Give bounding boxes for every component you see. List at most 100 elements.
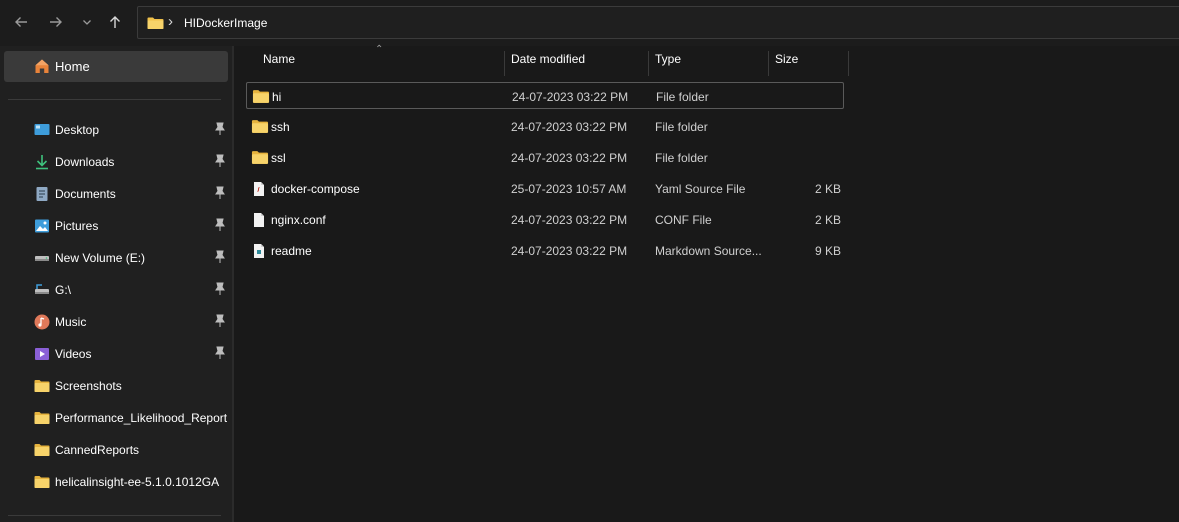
pictures-icon [35,219,49,233]
sidebar-item-label: Videos [55,347,92,361]
sort-ascending-icon: ⌃ [375,44,384,55]
sidebar-item-label: Screenshots [55,379,122,393]
folder-icon [34,380,50,392]
column-header-date-modified[interactable]: Date modified [511,52,585,76]
chevron-down-icon[interactable] [76,11,98,33]
music-icon [34,314,50,330]
file-date: 25-07-2023 10:57 AM [511,182,627,196]
file-date: 24-07-2023 03:22 PM [511,120,628,134]
breadcrumb[interactable]: HIDockerImage [184,16,267,30]
network-drive-icon [35,284,49,294]
file-date: 24-07-2023 03:22 PM [512,90,629,104]
sidebar-item-label: Desktop [55,123,100,137]
file-date: 24-07-2023 03:22 PM [511,213,628,227]
column-separator[interactable] [648,51,649,76]
folder-icon [34,444,50,456]
pin-icon[interactable] [214,282,226,296]
file-size: 9 KB [814,244,841,258]
chevron-right-icon: › [168,13,173,30]
file-size: 2 KB [814,213,841,227]
yaml-file-icon [254,182,264,196]
folder-icon [34,476,50,488]
markdown-file-icon [254,244,264,258]
pin-icon[interactable] [214,250,226,264]
file-type: File folder [655,120,708,134]
file-date: 24-07-2023 03:22 PM [511,151,628,165]
sidebar-item-screenshots[interactable]: Screenshots [0,371,232,401]
file-name: nginx.conf [271,213,326,227]
sidebar-item-label: Downloads [55,155,115,169]
home-icon [34,58,50,77]
file-name: ssh [271,120,290,134]
navigation-bar: › HIDockerImage [0,0,1179,46]
file-type: CONF File [655,213,712,227]
sidebar-item-downloads[interactable]: Downloads [0,147,232,177]
file-type: Yaml Source File [655,182,746,196]
sidebar-item-home[interactable]: Home [4,51,228,82]
pin-icon[interactable] [214,122,226,136]
file-row[interactable]: hi 24-07-2023 03:22 PM File folder [246,82,844,109]
file-row[interactable]: ssl 24-07-2023 03:22 PM File folder [246,144,844,171]
folder-icon [251,151,269,164]
file-type: Markdown Source... [655,244,762,258]
pin-icon[interactable] [214,186,226,200]
column-separator[interactable] [504,51,505,76]
pin-icon[interactable] [214,218,226,232]
column-header-name[interactable]: Name [263,52,295,76]
sidebar-item-label: CannedReports [55,443,140,457]
sidebar-item-label: New Volume (E:) [55,251,146,265]
navigation-pane: Home Desktop Downloads Documents Picture… [0,46,232,522]
folder-icon [34,412,50,424]
divider [8,515,221,516]
pin-icon[interactable] [214,314,226,328]
forward-arrow-icon[interactable] [45,11,67,33]
sidebar-item-performance-likelihood-report[interactable]: Performance_Likelihood_Report [0,403,232,433]
file-row[interactable]: readme 24-07-2023 03:22 PM Markdown Sour… [246,237,844,264]
sidebar-item-label: Pictures [55,219,99,233]
videos-icon [35,348,49,360]
file-type: File folder [656,90,709,104]
back-arrow-icon[interactable] [10,11,32,33]
sidebar-item-helicalinsight[interactable]: helicalinsight-ee-5.1.0.1012GA [0,467,232,497]
sidebar-item-label: Documents [55,187,116,201]
pin-icon[interactable] [214,346,226,360]
file-type: File folder [655,151,708,165]
file-row[interactable]: ssh 24-07-2023 03:22 PM File folder [246,113,844,140]
drive-icon [35,256,49,261]
file-name: hi [272,90,282,104]
file-row[interactable]: nginx.conf 24-07-2023 03:22 PM CONF File… [246,206,844,233]
folder-icon [147,16,164,33]
column-header-type[interactable]: Type [655,52,681,76]
folder-icon [251,120,269,133]
sidebar-item-label: G:\ [55,283,72,297]
up-arrow-icon[interactable] [104,11,126,33]
address-bar[interactable]: › HIDockerImage [137,6,1179,39]
column-separator[interactable] [768,51,769,76]
sidebar-item-videos[interactable]: Videos [0,339,232,369]
sidebar-item-g-drive[interactable]: G:\ [0,275,232,305]
documents-icon [36,187,48,201]
folder-icon [252,90,270,103]
sidebar-item-canned-reports[interactable]: CannedReports [0,435,232,465]
desktop-icon [34,124,50,135]
sidebar-item-pictures[interactable]: Pictures [0,211,232,241]
sidebar-item-documents[interactable]: Documents [0,179,232,209]
sidebar-item-music[interactable]: Music [0,307,232,337]
pin-icon[interactable] [214,154,226,168]
file-size: 2 KB [814,182,841,196]
file-name: readme [271,244,312,258]
column-header-size[interactable]: Size [775,52,798,76]
file-name: docker-compose [271,182,360,196]
file-list: ⌃ Name Date modified Type Size hi 24-07-… [234,44,1179,522]
divider [8,99,221,100]
file-row[interactable]: docker-compose 25-07-2023 10:57 AM Yaml … [246,175,844,202]
sidebar-item-label: Performance_Likelihood_Report [55,411,228,425]
sidebar-item-label: Music [55,315,87,329]
sidebar-item-new-volume[interactable]: New Volume (E:) [0,243,232,273]
file-date: 24-07-2023 03:22 PM [511,244,628,258]
sidebar-item-desktop[interactable]: Desktop [0,115,232,145]
sidebar-item-label: helicalinsight-ee-5.1.0.1012GA [55,475,220,489]
file-name: ssl [271,151,286,165]
file-icon [254,213,264,227]
column-separator[interactable] [848,51,849,76]
